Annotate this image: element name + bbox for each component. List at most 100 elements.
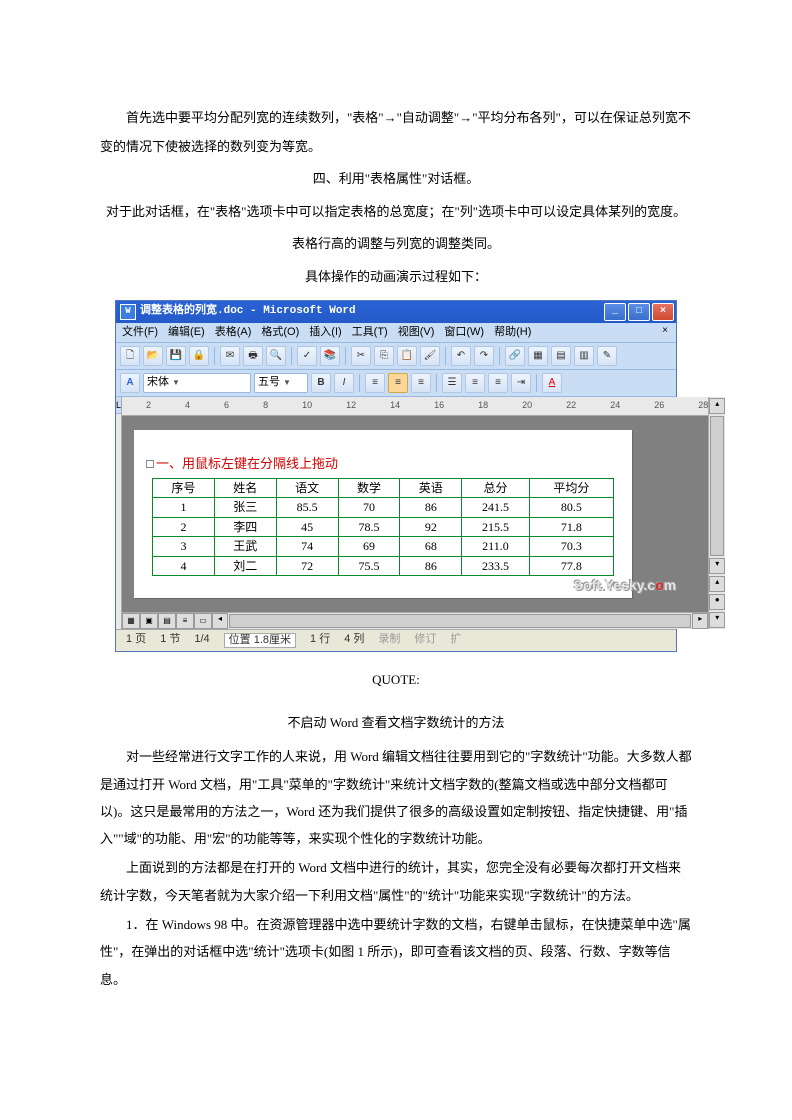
ruler-mark: 20 xyxy=(522,400,532,411)
drawing-button[interactable]: ✎ xyxy=(597,346,617,366)
excel-button[interactable]: ▤ xyxy=(551,346,571,366)
titlebar[interactable]: W 调整表格的列宽.doc - Microsoft Word _ □ × xyxy=(116,301,676,323)
ruler-mark: 26 xyxy=(654,400,664,411)
linespacing-button[interactable]: ☰ xyxy=(442,373,462,393)
table-button[interactable]: ▦ xyxy=(528,346,548,366)
intro-p4: 具体操作的动画演示过程如下： xyxy=(100,263,692,292)
ruler-mark: 4 xyxy=(185,400,190,411)
vscroll-thumb[interactable] xyxy=(710,416,724,556)
separator xyxy=(359,374,360,392)
menu-format[interactable]: 格式(O) xyxy=(261,326,299,339)
prev-page-button[interactable]: ▴ xyxy=(709,576,725,592)
styles-button[interactable]: A xyxy=(120,373,140,393)
scroll-left-button[interactable]: ◂ xyxy=(212,613,228,629)
status-pages: 1/4 xyxy=(194,633,209,648)
align-left-button[interactable]: ≡ xyxy=(365,373,385,393)
table-cell: 李四 xyxy=(214,517,276,536)
copy-button[interactable]: ⎘ xyxy=(374,346,394,366)
reading-view-button[interactable]: ▭ xyxy=(194,613,212,629)
mail-button[interactable]: ✉ xyxy=(220,346,240,366)
web-view-button[interactable]: ▣ xyxy=(140,613,158,629)
menu-help[interactable]: 帮助(H) xyxy=(494,326,531,339)
ruler-mark: 16 xyxy=(434,400,444,411)
outline-view-button[interactable]: ≡ xyxy=(176,613,194,629)
print-view-button[interactable]: ▤ xyxy=(158,613,176,629)
document-page[interactable]: 一、用鼠标左键在分隔线上拖动 序号姓名语文数学英语总分平均分 1张三85.570… xyxy=(134,430,632,598)
formatting-toolbar: A 宋体▼ 五号▼ B I ≡ ≡ ≡ ☰ ≡ ≡ ⇥ A xyxy=(116,370,676,397)
link-button[interactable]: 🔗 xyxy=(505,346,525,366)
fmtpaint-button[interactable]: 🖌 xyxy=(420,346,440,366)
menu-view[interactable]: 视图(V) xyxy=(398,326,435,339)
undo-button[interactable]: ↶ xyxy=(451,346,471,366)
table-cell: 45 xyxy=(276,517,338,536)
menu-insert[interactable]: 插入(I) xyxy=(309,326,341,339)
table-cell: 4 xyxy=(153,556,215,575)
menu-edit[interactable]: 编辑(E) xyxy=(168,326,205,339)
italic-button[interactable]: I xyxy=(334,373,354,393)
table-cell: 80.5 xyxy=(529,498,613,517)
intro-h4: 四、利用"表格属性"对话框。 xyxy=(100,165,692,194)
menu-window[interactable]: 窗口(W) xyxy=(444,326,484,339)
font-size-select[interactable]: 五号▼ xyxy=(254,373,308,393)
ruler-mark: 10 xyxy=(302,400,312,411)
table-row[interactable]: 4刘二7275.586233.577.8 xyxy=(153,556,614,575)
cut-button[interactable]: ✂ xyxy=(351,346,371,366)
print-button[interactable]: 🖶 xyxy=(243,346,263,366)
window-title: 调整表格的列宽.doc - Microsoft Word xyxy=(140,305,604,318)
ruler-mark: 28 xyxy=(698,400,708,411)
menu-tools[interactable]: 工具(T) xyxy=(352,326,388,339)
menu-table[interactable]: 表格(A) xyxy=(215,326,252,339)
align-right-button[interactable]: ≡ xyxy=(411,373,431,393)
vertical-scrollbar[interactable]: ▴ ▾ ▴ ● ▾ xyxy=(708,397,725,629)
menu-file[interactable]: 文件(F) xyxy=(122,326,158,339)
table-cell: 85.5 xyxy=(276,498,338,517)
save-button[interactable]: 💾 xyxy=(166,346,186,366)
doc-close-icon[interactable]: × xyxy=(658,325,672,339)
normal-view-button[interactable]: ▦ xyxy=(122,613,140,629)
spell-button[interactable]: ✓ xyxy=(297,346,317,366)
table-header: 平均分 xyxy=(529,478,613,497)
maximize-button[interactable]: □ xyxy=(628,303,650,321)
table-cell: 1 xyxy=(153,498,215,517)
preview-button[interactable]: 🔍 xyxy=(266,346,286,366)
numbering-button[interactable]: ≡ xyxy=(465,373,485,393)
paste-button[interactable]: 📋 xyxy=(397,346,417,366)
table-row[interactable]: 1张三85.57086241.580.5 xyxy=(153,498,614,517)
perm-button[interactable]: 🔒 xyxy=(189,346,209,366)
table-header: 语文 xyxy=(276,478,338,497)
horizontal-ruler[interactable]: 2 4 6 8 10 12 14 16 18 20 22 24 26 28 xyxy=(122,397,708,416)
columns-button[interactable]: ▥ xyxy=(574,346,594,366)
align-center-button[interactable]: ≡ xyxy=(388,373,408,393)
hscroll-thumb[interactable] xyxy=(229,614,691,628)
table-header: 英语 xyxy=(400,478,462,497)
scroll-down-button[interactable]: ▾ xyxy=(709,558,725,574)
bullets-button[interactable]: ≡ xyxy=(488,373,508,393)
table-cell: 74 xyxy=(276,537,338,556)
open-button[interactable]: 📂 xyxy=(143,346,163,366)
table-row[interactable]: 2李四4578.592215.571.8 xyxy=(153,517,614,536)
ruler-mark: 22 xyxy=(566,400,576,411)
data-table[interactable]: 序号姓名语文数学英语总分平均分 1张三85.57086241.580.52李四4… xyxy=(152,478,614,576)
table-cell: 70 xyxy=(338,498,400,517)
minimize-button[interactable]: _ xyxy=(604,303,626,321)
word-window: W 调整表格的列宽.doc - Microsoft Word _ □ × 文件(… xyxy=(115,300,677,653)
font-name-select[interactable]: 宋体▼ xyxy=(143,373,251,393)
table-cell: 92 xyxy=(400,517,462,536)
next-page-button[interactable]: ▾ xyxy=(709,612,725,628)
table-cell: 241.5 xyxy=(462,498,529,517)
indent-button[interactable]: ⇥ xyxy=(511,373,531,393)
browse-object-button[interactable]: ● xyxy=(709,594,725,610)
status-line: 1 行 xyxy=(310,633,330,648)
bold-button[interactable]: B xyxy=(311,373,331,393)
close-button[interactable]: × xyxy=(652,303,674,321)
table-cell: 86 xyxy=(400,556,462,575)
research-button[interactable]: 📚 xyxy=(320,346,340,366)
new-button[interactable]: 🗋 xyxy=(120,346,140,366)
scroll-up-button[interactable]: ▴ xyxy=(709,398,725,414)
font-color-button[interactable]: A xyxy=(542,373,562,393)
redo-button[interactable]: ↷ xyxy=(474,346,494,366)
table-cell: 68 xyxy=(400,537,462,556)
table-row[interactable]: 3王武746968211.070.3 xyxy=(153,537,614,556)
scroll-right-button[interactable]: ▸ xyxy=(692,613,708,629)
horizontal-scrollbar[interactable]: ▦ ▣ ▤ ≡ ▭ ◂ ▸ xyxy=(122,612,708,629)
